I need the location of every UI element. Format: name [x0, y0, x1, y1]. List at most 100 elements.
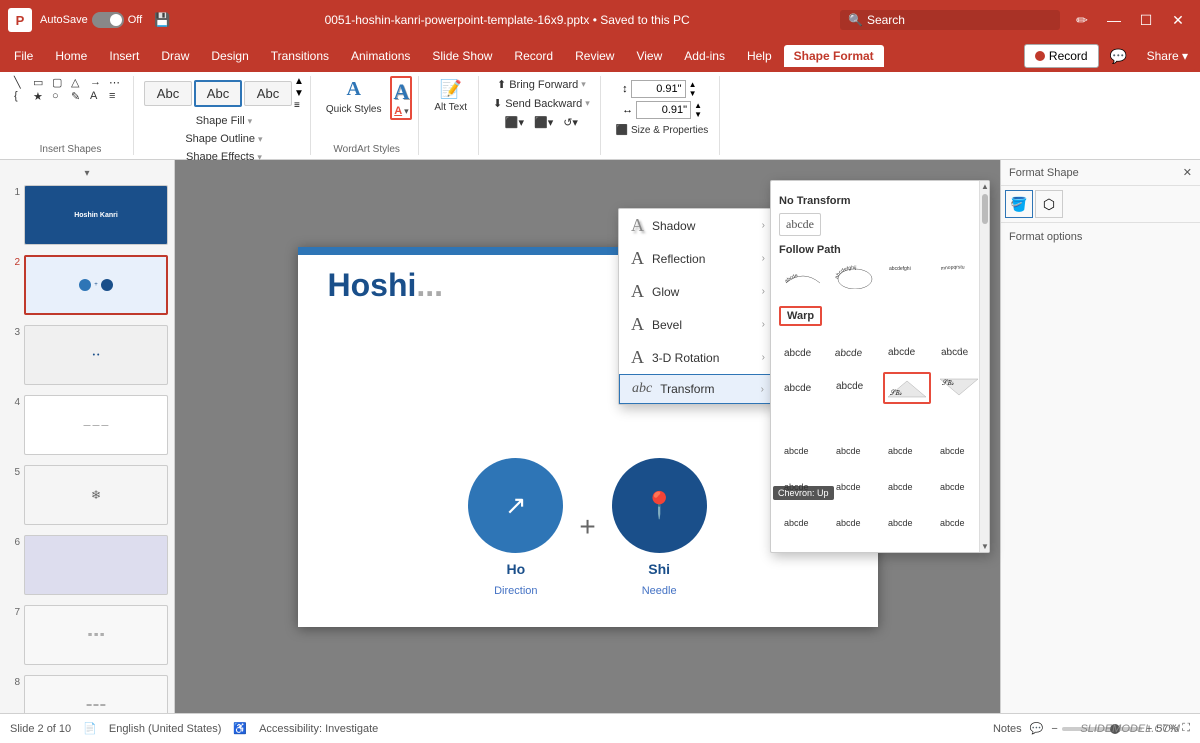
shape-style-btn-3[interactable]: Abc — [244, 81, 292, 106]
shape-arrow-icon[interactable]: → — [90, 76, 108, 89]
wordart-dropdown-arrow[interactable]: ▾ — [404, 106, 409, 117]
warp-20[interactable]: abcde — [935, 508, 983, 536]
send-backward-arrow[interactable]: ▾ — [585, 98, 590, 109]
shape-style-btn-1[interactable]: Abc — [144, 81, 192, 106]
height-input[interactable] — [631, 80, 686, 98]
follow-path-1[interactable]: abcde — [779, 262, 827, 292]
warp-12[interactable]: abcde — [935, 436, 983, 464]
menu-file[interactable]: File — [4, 45, 43, 67]
width-down[interactable]: ▼ — [694, 110, 702, 119]
width-input[interactable] — [636, 101, 691, 119]
warp-15[interactable]: abcde — [883, 472, 931, 500]
share-button[interactable]: Share ▾ — [1139, 42, 1196, 70]
minimize-button[interactable]: — — [1100, 6, 1128, 34]
panel-close-icon[interactable]: ✕ — [1183, 166, 1192, 179]
group-button[interactable]: ⬛▾ — [530, 114, 557, 131]
wm-reflection[interactable]: A Reflection › — [619, 242, 777, 275]
shape-star-icon[interactable]: ★ — [33, 90, 51, 103]
quick-styles-button[interactable]: A Quick Styles — [321, 76, 387, 117]
warp-14[interactable]: abcde — [831, 472, 879, 500]
send-backward-button[interactable]: ⬇ Send Backward ▾ — [489, 95, 594, 112]
pen-icon[interactable]: ✏ — [1068, 6, 1096, 34]
follow-path-3[interactable]: abcdefghi — [883, 262, 931, 292]
slide-thumb-2[interactable]: 2 + — [4, 253, 170, 317]
warp-11[interactable]: abcde — [883, 436, 931, 464]
shape-fill-dropdown[interactable]: ▾ — [248, 116, 253, 127]
shape-style-btn-2[interactable]: Abc — [194, 80, 242, 107]
slide-thumb-8[interactable]: 8 ═ ═ ═ — [4, 673, 170, 713]
no-transform-item[interactable]: abcde — [779, 213, 821, 236]
styles-expand[interactable]: ≡ — [294, 100, 304, 111]
styles-scroll-up[interactable]: ▲ — [294, 76, 304, 87]
warp-16[interactable]: abcde — [935, 472, 983, 500]
shape-pen-icon[interactable]: ✎ — [71, 90, 89, 103]
wm-shadow[interactable]: A Shadow › — [619, 209, 777, 242]
shape-rect-icon[interactable]: ▭ — [33, 76, 51, 89]
menu-shapeformat[interactable]: Shape Format — [784, 45, 884, 67]
wordart-a-button[interactable]: A A ▾ — [390, 76, 412, 120]
slide-thumb-1[interactable]: 1 Hoshin Kanri — [4, 183, 170, 247]
warp-9[interactable]: abcde — [779, 436, 827, 464]
shape-round-icon[interactable]: ▢ — [52, 76, 70, 89]
autosave-toggle[interactable] — [92, 12, 124, 28]
record-button[interactable]: Record — [1024, 44, 1099, 68]
warp-2[interactable]: abcde — [831, 338, 879, 364]
menu-help[interactable]: Help — [737, 45, 782, 67]
warp-17[interactable]: abcde — [779, 508, 827, 536]
shape-arrange-icon[interactable]: ≡ — [109, 90, 127, 103]
align-button[interactable]: ⬛▾ — [501, 114, 528, 131]
warp-4[interactable]: abcde — [935, 338, 983, 364]
comment-button[interactable]: 💬 — [1105, 42, 1133, 70]
shape-more-icon[interactable]: ⋯ — [109, 76, 127, 89]
shape-tri-icon[interactable]: △ — [71, 76, 89, 89]
menu-insert[interactable]: Insert — [99, 45, 149, 67]
slide-thumb-5[interactable]: 5 ❄ — [4, 463, 170, 527]
menu-record[interactable]: Record — [504, 45, 563, 67]
rotate-button[interactable]: ↺▾ — [559, 114, 582, 131]
menu-slideshow[interactable]: Slide Show — [422, 45, 502, 67]
wm-bevel[interactable]: A Bevel › — [619, 308, 777, 341]
shape-oval-icon[interactable]: ○ — [52, 90, 70, 103]
maximize-button[interactable]: ☐ — [1132, 6, 1160, 34]
shape-curly-icon[interactable]: { — [14, 90, 32, 103]
warp-13[interactable]: abcde — [779, 472, 827, 500]
warp-10[interactable]: abcde — [831, 436, 879, 464]
alt-text-button[interactable]: 📝 Alt Text — [429, 76, 472, 116]
warp-6[interactable]: abcde — [831, 372, 879, 404]
format-effects-tab[interactable]: ⬡ — [1035, 190, 1063, 218]
tm-scroll-down[interactable]: ▼ — [980, 541, 989, 552]
shape-textbox-icon[interactable]: A — [90, 90, 108, 103]
slide-thumb-4[interactable]: 4 — — — — [4, 393, 170, 457]
warp-19[interactable]: abcde — [883, 508, 931, 536]
height-down[interactable]: ▼ — [689, 89, 697, 98]
bring-forward-arrow[interactable]: ▾ — [581, 79, 586, 90]
shape-fill-button[interactable]: Shape Fill ▾ — [191, 113, 257, 129]
shape-line-icon[interactable]: ╲ — [14, 76, 32, 89]
shape-outline-dropdown[interactable]: ▾ — [258, 134, 263, 145]
menu-transitions[interactable]: Transitions — [261, 45, 339, 67]
warp-8[interactable]: 𝒮𝐵𝓈 — [935, 372, 983, 404]
menu-draw[interactable]: Draw — [151, 45, 199, 67]
warp-1[interactable]: abcde — [779, 338, 827, 364]
menu-home[interactable]: Home — [45, 45, 97, 67]
menu-animations[interactable]: Animations — [341, 45, 420, 67]
bring-forward-button[interactable]: ⬆ Bring Forward ▾ — [493, 76, 590, 93]
close-button[interactable]: ✕ — [1164, 6, 1192, 34]
fit-page-icon[interactable]: ⛶ — [1182, 722, 1190, 735]
menu-design[interactable]: Design — [201, 45, 258, 67]
search-box[interactable]: 🔍 Search — [840, 10, 1060, 30]
styles-scroll-down[interactable]: ▼ — [294, 88, 304, 99]
size-dialog-button[interactable]: ⬛ Size & Properties — [611, 123, 714, 138]
menu-review[interactable]: Review — [565, 45, 624, 67]
slide-thumb-7[interactable]: 7 ≡ ≡ ≡ — [4, 603, 170, 667]
warp-3[interactable]: abcde — [883, 338, 931, 364]
transform-menu-scrollbar[interactable]: ▲ ▼ — [979, 181, 989, 552]
follow-path-4[interactable]: mnopqrstu — [935, 262, 983, 292]
width-up[interactable]: ▲ — [694, 101, 702, 110]
menu-view[interactable]: View — [626, 45, 672, 67]
format-fill-tab[interactable]: 🪣 — [1005, 190, 1033, 218]
zoom-out-icon[interactable]: − — [1051, 723, 1057, 735]
warp-5[interactable]: abcde — [779, 372, 827, 404]
slide-thumb-6[interactable]: 6 — [4, 533, 170, 597]
shape-outline-button[interactable]: Shape Outline ▾ — [180, 131, 267, 147]
